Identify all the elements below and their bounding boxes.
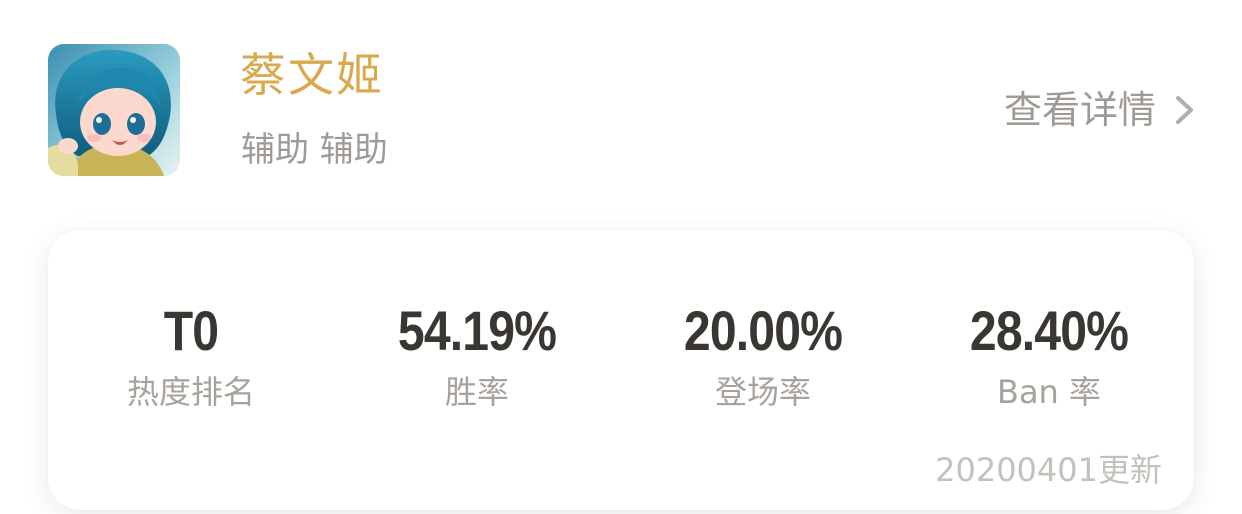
hero-stats-page: 蔡文姬 辅助 辅助 查看详情 T0 热度排名 54.19% 胜率 20.00% …: [0, 0, 1242, 514]
stat-value: 28.40%: [969, 299, 1129, 362]
stat-label: 胜率: [444, 373, 509, 411]
stat-ban-rate: 28.40% Ban 率: [906, 296, 1192, 412]
view-details-link[interactable]: 查看详情: [1004, 84, 1196, 136]
hero-avatar[interactable]: [48, 44, 180, 176]
stats-card: T0 热度排名 54.19% 胜率 20.00% 登场率 28.40% Ban …: [48, 230, 1194, 510]
hero-portrait-icon: [48, 44, 180, 176]
stat-value: T0: [163, 299, 219, 362]
stat-heat-rank: T0 热度排名: [48, 296, 334, 412]
stat-label: 登场率: [714, 373, 811, 411]
update-date-note: 20200401更新: [935, 451, 1162, 489]
chevron-right-icon: [1176, 96, 1193, 124]
stat-label: Ban 率: [996, 373, 1102, 411]
stat-value: 20.00%: [683, 299, 843, 362]
stat-win-rate: 54.19% 胜率: [334, 296, 620, 412]
hero-name: 蔡文姬: [240, 48, 384, 102]
stat-value: 54.19%: [397, 299, 557, 362]
view-details-label: 查看详情: [1003, 88, 1156, 132]
stat-pick-rate: 20.00% 登场率: [620, 296, 906, 412]
stat-label: 热度排名: [126, 373, 255, 411]
hero-role: 辅助 辅助: [241, 130, 388, 170]
